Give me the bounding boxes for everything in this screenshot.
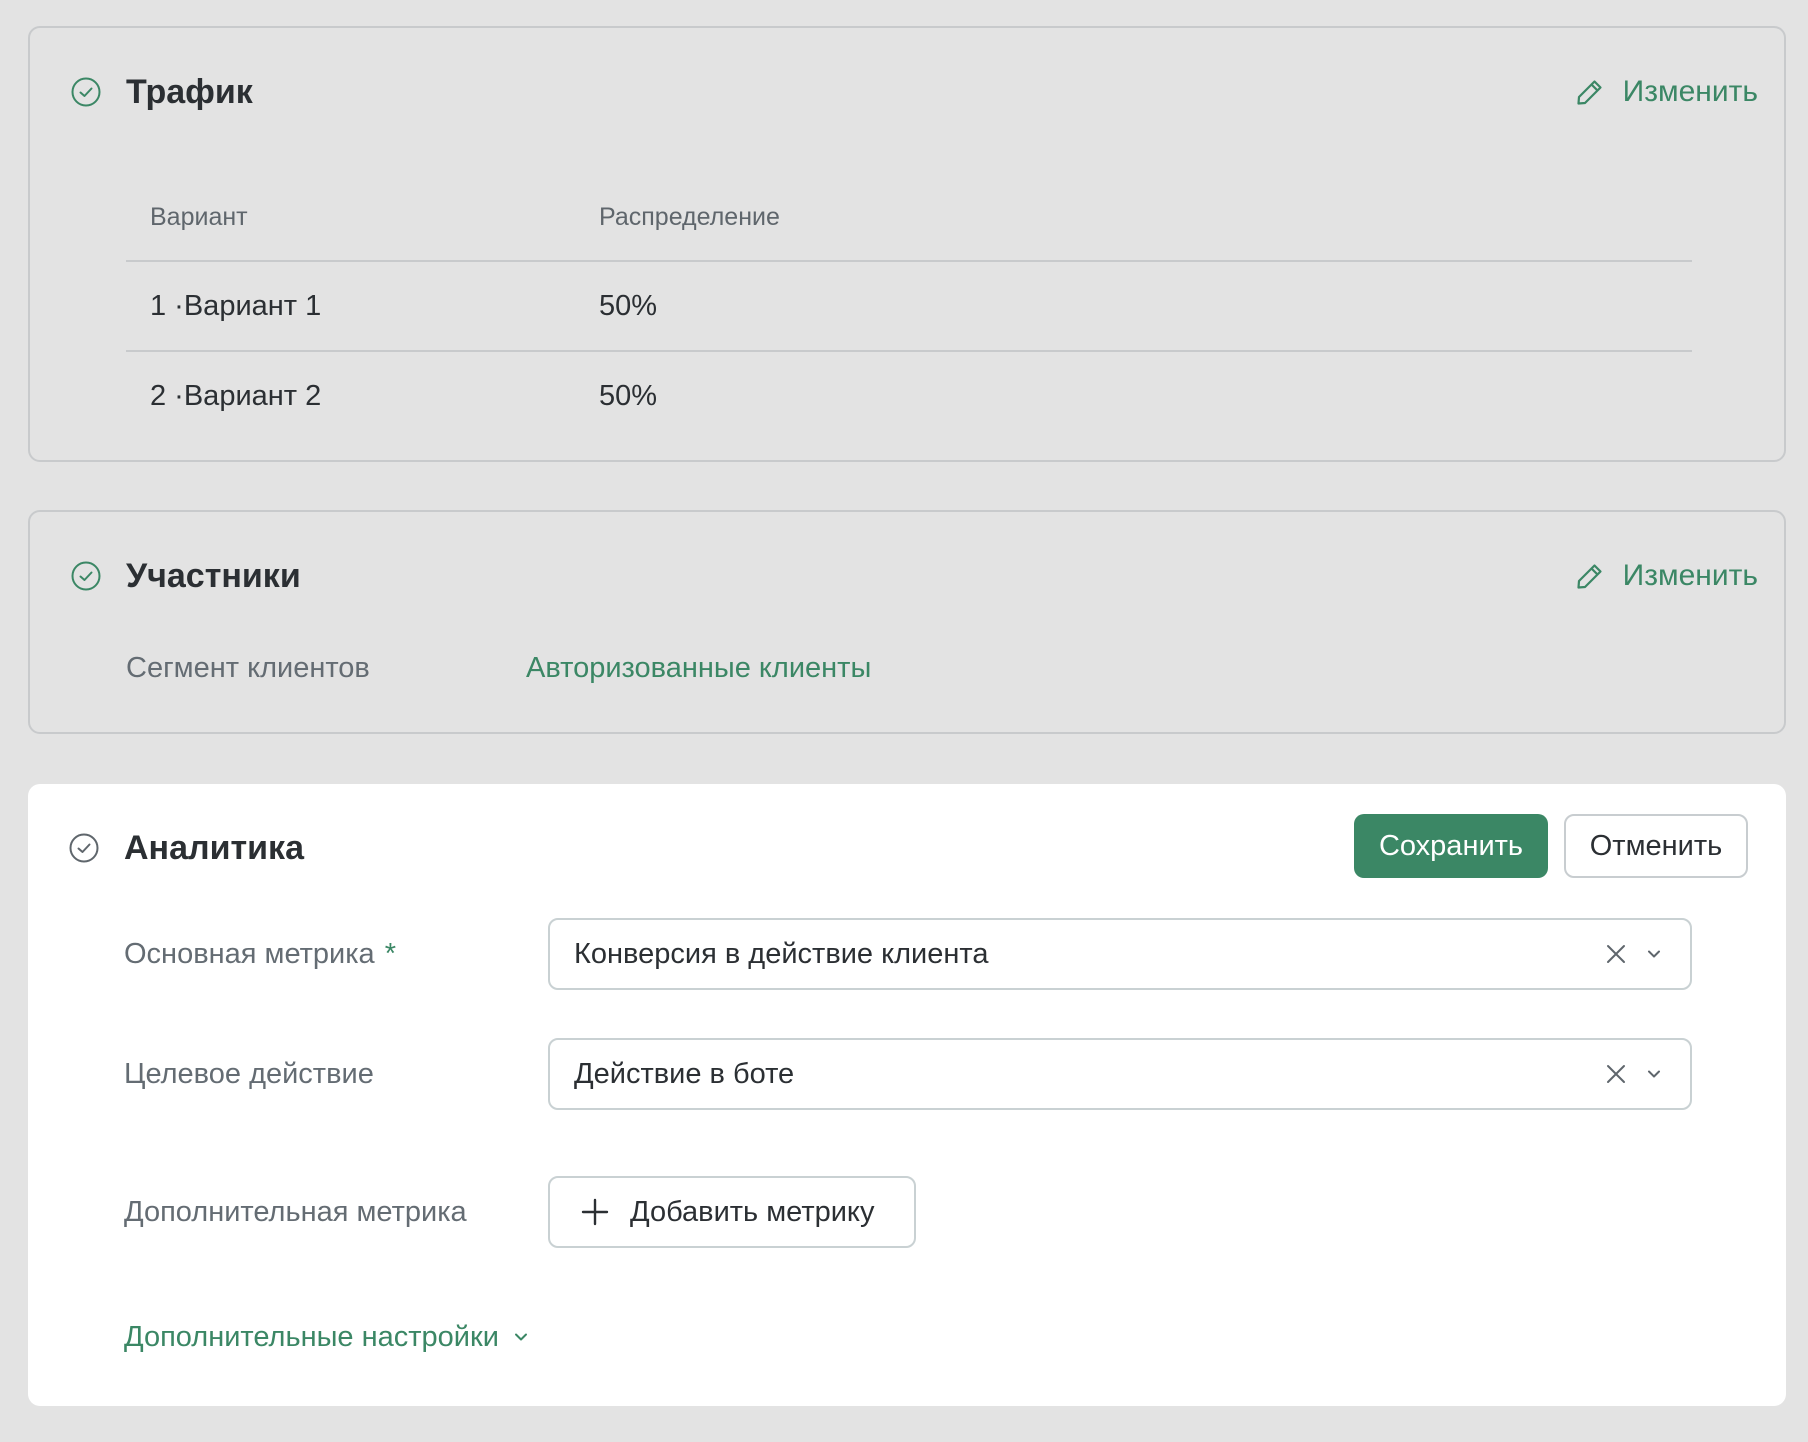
pencil-icon: [1577, 80, 1602, 105]
pencil-icon: [1577, 564, 1602, 589]
table-row: 1 ·Вариант 1 50%: [126, 262, 1692, 350]
traffic-edit-label: Изменить: [1622, 75, 1758, 108]
participants-edit-link[interactable]: Изменить: [1575, 512, 1758, 640]
clear-icon[interactable]: [1604, 1062, 1628, 1086]
traffic-card: Трафик Изменить Вариант Распределение 1 …: [28, 26, 1786, 462]
table-header: Вариант Распределение: [126, 174, 1692, 262]
column-header-distribution: Распределение: [599, 202, 780, 231]
cancel-button[interactable]: Отменить: [1564, 814, 1748, 878]
participants-header: Участники: [70, 512, 1744, 640]
distribution-cell: 50%: [599, 289, 658, 322]
check-circle-icon: [71, 77, 101, 107]
target-action-row: Целевое действие Действие в боте: [124, 1038, 1692, 1110]
target-action-select[interactable]: Действие в боте: [548, 1038, 1692, 1110]
analytics-title: Аналитика: [124, 828, 304, 867]
traffic-title: Трафик: [126, 72, 253, 111]
traffic-edit-link[interactable]: Изменить: [1575, 28, 1758, 156]
chevron-down-icon[interactable]: [1644, 944, 1664, 964]
distribution-cell: 50%: [599, 379, 658, 412]
add-metric-label: Добавить метрику: [630, 1195, 875, 1228]
participants-edit-label: Изменить: [1622, 559, 1758, 592]
variant-cell: 1 ·Вариант 1: [150, 289, 322, 322]
save-button[interactable]: Сохранить: [1354, 814, 1548, 878]
primary-metric-label-text: Основная метрика: [124, 937, 375, 970]
target-action-value: Действие в боте: [574, 1057, 795, 1090]
clear-icon[interactable]: [1604, 942, 1628, 966]
chevron-down-icon: [514, 1333, 527, 1341]
target-action-label: Целевое действие: [124, 1057, 374, 1090]
segment-row: Сегмент клиентов Авторизованные клиенты: [126, 640, 871, 696]
check-circle-icon: [69, 833, 99, 863]
chevron-down-icon[interactable]: [1644, 1064, 1664, 1084]
participants-title: Участники: [126, 556, 301, 595]
primary-metric-row: Основная метрика * Конверсия в действие к…: [124, 918, 1692, 990]
more-settings-label: Дополнительные настройки: [124, 1320, 499, 1353]
column-header-variant: Вариант: [150, 202, 248, 231]
variant-cell: 2 ·Вариант 2: [150, 379, 322, 412]
check-circle-icon: [71, 561, 101, 591]
extra-metric-row: Дополнительная метрика Добавить метрику: [124, 1176, 1692, 1248]
participants-card: Участники Изменить Сегмент клиентов Авто…: [28, 510, 1786, 734]
analytics-card: Аналитика Сохранить Отменить Основная ме…: [28, 784, 1786, 1406]
segment-label: Сегмент клиентов: [126, 651, 370, 684]
add-metric-button[interactable]: Добавить метрику: [548, 1176, 916, 1248]
plus-icon: [581, 1198, 609, 1226]
primary-metric-label: Основная метрика *: [124, 938, 548, 971]
primary-metric-value: Конверсия в действие клиента: [574, 937, 989, 970]
primary-metric-select[interactable]: Конверсия в действие клиента: [548, 918, 1692, 990]
traffic-header: Трафик: [70, 28, 1744, 156]
segment-value: Авторизованные клиенты: [526, 651, 872, 684]
table-row: 2 ·Вариант 2 50%: [126, 350, 1692, 440]
traffic-table: Вариант Распределение 1 ·Вариант 1 50% 2…: [126, 174, 1692, 440]
required-mark: *: [384, 937, 396, 970]
more-settings-toggle[interactable]: Дополнительные настройки: [124, 1314, 531, 1360]
extra-metric-label: Дополнительная метрика: [124, 1195, 467, 1228]
analytics-actions: Сохранить Отменить: [1354, 814, 1748, 878]
